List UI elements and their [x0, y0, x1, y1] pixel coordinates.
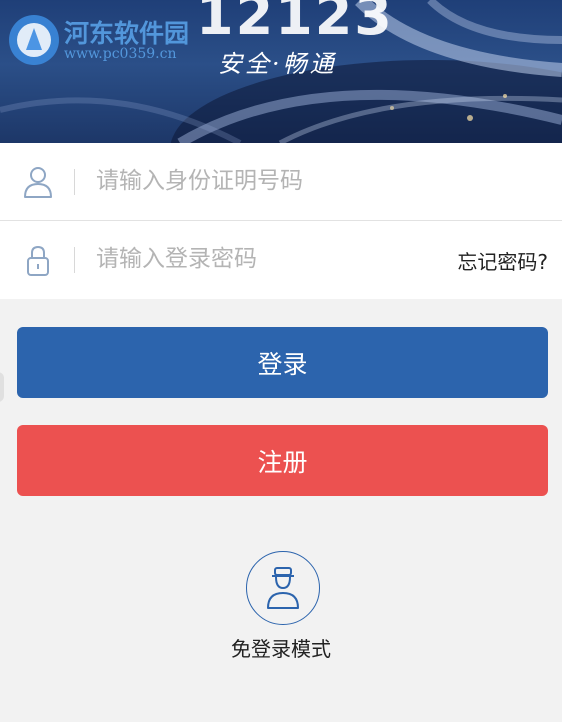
guest-mode-button[interactable] — [246, 551, 320, 625]
app-title: 12123 — [196, 0, 394, 47]
officer-icon — [267, 567, 299, 609]
forgot-password-link[interactable]: 忘记密码? — [457, 246, 548, 275]
edge-handle — [0, 372, 4, 402]
lock-icon — [27, 245, 49, 276]
password-row: 忘记密码? — [0, 221, 562, 298]
watermark-url: www.pc0359.cn — [64, 46, 177, 62]
login-button[interactable]: 登录 — [17, 327, 548, 398]
password-field-divider — [74, 247, 75, 273]
id-field-divider — [74, 169, 75, 195]
id-number-row — [0, 143, 562, 221]
register-button[interactable]: 注册 — [17, 425, 548, 496]
password-input[interactable] — [96, 239, 436, 279]
user-icon — [24, 167, 52, 198]
app-slogan: 安全·畅通 — [218, 50, 337, 78]
login-form: 忘记密码? — [0, 143, 562, 299]
watermark-logo-icon — [9, 15, 59, 65]
watermark-name: 河东软件园 — [64, 19, 190, 48]
guest-mode-label[interactable]: 免登录模式 — [0, 633, 562, 662]
header-banner: 12123 安全·畅通 河东软件园 www.pc0359.cn — [0, 0, 562, 143]
id-number-input[interactable] — [96, 161, 436, 201]
